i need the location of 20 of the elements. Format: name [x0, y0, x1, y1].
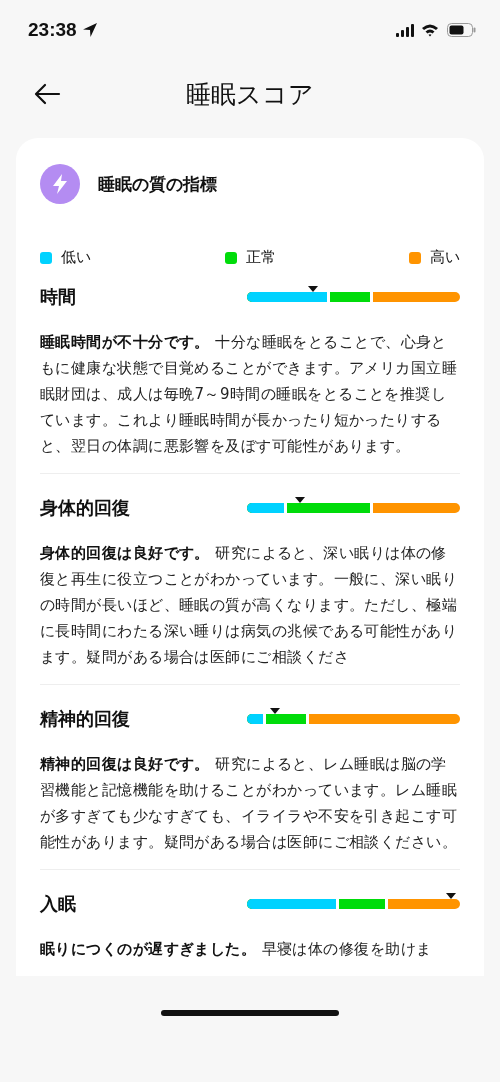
location-arrow-icon [81, 22, 98, 38]
status-time: 23:38 [28, 19, 77, 41]
metric-description: 精神的回復は良好です。 研究によると、レム睡眠は脳の学習機能と記憶機能を助けることがわかっています。レム睡眠が多すぎても少なすぎても、イライラや不安を引き起こす可能性があります。疑問がある場合は医師にご相談ください。 [40, 754, 459, 853]
lightning-icon [40, 164, 80, 204]
metric-description: 眠りにつくのが遅すぎました。 早寝は体の修復を助けま [40, 939, 433, 960]
page-title: 睡眠スコア [186, 78, 314, 111]
metric-title: 身体的回復 [40, 496, 130, 520]
legend-label: 高い [430, 248, 460, 267]
metric-title: 時間 [40, 285, 76, 309]
metric-title: 入眠 [40, 892, 76, 916]
metric-description: 睡眠時間が不十分です。 十分な睡眠をとることで、心身ともに健康な状態で目覚めることができます。アメリカ国立睡眠財団は、成人は毎晩7～9時間の睡眠をとることを推奨しています。これより睡眠時間が長かったり短かったりすると、翌日の体調に悪影響を及ぼす可能性があります。 [40, 332, 459, 457]
legend-label: 低い [61, 248, 91, 267]
battery-icon [447, 23, 476, 37]
wifi-icon [421, 23, 439, 37]
legend-label: 正常 [245, 248, 276, 267]
back-button[interactable] [32, 82, 62, 106]
card-title: 睡眠の質の指標 [98, 172, 217, 196]
signal-icon [396, 23, 415, 37]
metric-title: 精神的回復 [40, 707, 130, 731]
metric-description: 身体的回復は良好です。 研究によると、深い眠りは体の修復と再生に役立つことがわかっています。一般に、深い眠りの時間が長いほど、睡眠の質が高くなります。ただし、極端に長時間にわたる深い睡りは病気の兆候である可能性があります。疑問がある場合は医師にご相談くださ [40, 543, 459, 668]
